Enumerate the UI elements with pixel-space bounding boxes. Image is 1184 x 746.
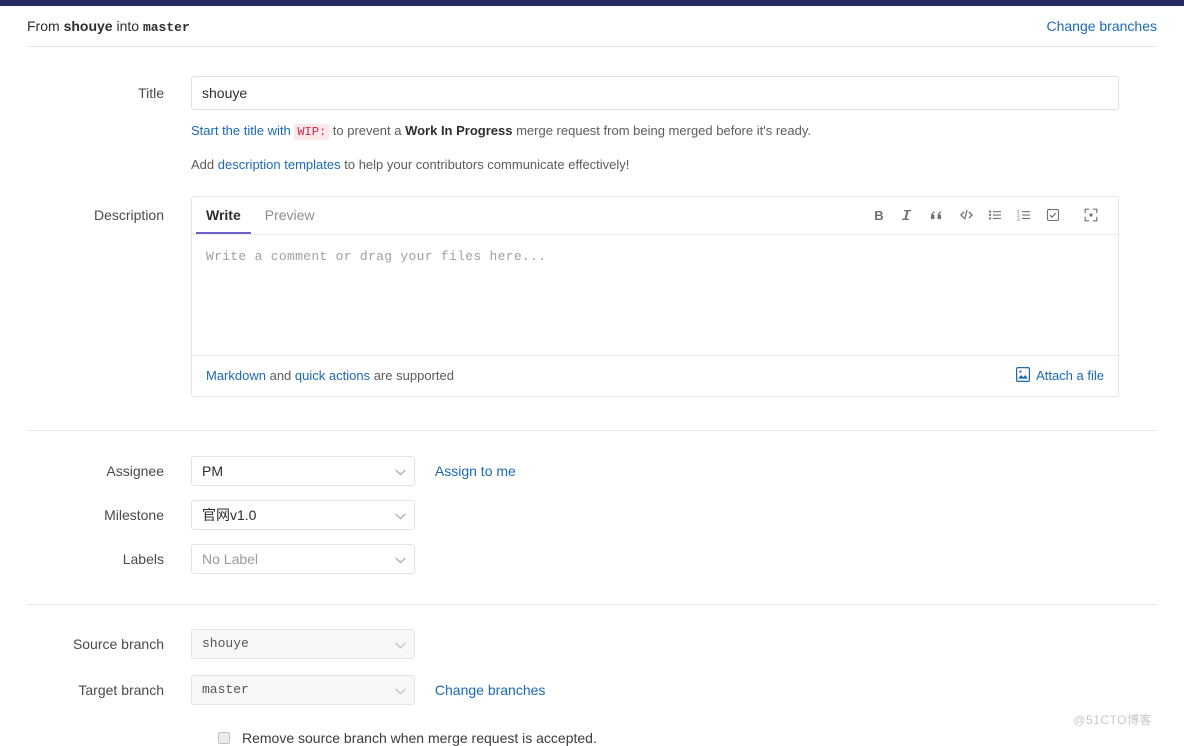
description-templates-link[interactable]: description templates: [218, 157, 341, 172]
milestone-control: 官网v1.0: [191, 499, 1157, 530]
footer-supported-text: are supported: [373, 368, 454, 384]
remove-source-branch-row: Remove source branch when merge request …: [27, 730, 1157, 746]
footer-and-word: and: [269, 368, 292, 384]
wip-code-token: WIP:: [294, 124, 330, 140]
target-branch-name: master: [142, 19, 190, 35]
assignee-select[interactable]: PM: [191, 455, 415, 486]
markdown-toolbar: B 1 2 3: [866, 202, 1104, 228]
wip-hint-bold: Work In Progress: [405, 123, 513, 138]
milestone-label: Milestone: [104, 506, 164, 523]
assign-to-me-link[interactable]: Assign to me: [435, 463, 516, 479]
title-input[interactable]: [191, 76, 1119, 110]
into-word: into: [116, 17, 140, 34]
target-branch-control: master Change branches: [191, 674, 1157, 705]
section-divider-2: [27, 603, 1157, 605]
description-row: Description Write Preview B 1 2 3 Write …: [27, 195, 1157, 397]
target-branch-row: Target branch master Change branches: [27, 674, 1157, 706]
assignee-select-wrap: PM: [191, 455, 415, 486]
numbered-list-icon[interactable]: 1 2 3: [1011, 202, 1037, 228]
markdown-support-text: Markdown and quick actions are supported: [206, 368, 454, 383]
bullet-list-icon[interactable]: [982, 202, 1008, 228]
target-branch-label: Target branch: [78, 681, 164, 698]
source-branch-control: shouye: [191, 628, 1157, 659]
attach-file-button[interactable]: Attach a file: [1016, 366, 1104, 385]
quick-actions-link[interactable]: quick actions: [295, 368, 370, 383]
tab-preview[interactable]: Preview: [255, 196, 325, 234]
labels-control: No Label: [191, 543, 1157, 574]
source-branch-select-wrap: shouye: [191, 628, 415, 659]
markdown-editor-footer: Markdown and quick actions are supported: [192, 354, 1118, 396]
title-hint-wip: Start the title with WIP: to prevent a W…: [191, 122, 1157, 141]
source-branch-select[interactable]: shouye: [191, 628, 415, 659]
milestone-select-wrap: 官网v1.0: [191, 499, 415, 530]
assignee-control: PM Assign to me: [191, 455, 1157, 486]
quote-icon[interactable]: [924, 202, 950, 228]
wip-hint-mid: to prevent a: [332, 123, 402, 138]
merge-request-form-page: From shouye into master Change branches …: [0, 6, 1184, 746]
labels-select-wrap: No Label: [191, 543, 415, 574]
wip-hint-link[interactable]: Start the title with: [191, 123, 291, 138]
wip-hint-end: merge request from being merged before i…: [516, 123, 811, 138]
description-control: Write Preview B 1 2 3 Write a comment or…: [191, 195, 1157, 397]
attach-file-label: Attach a file: [1036, 368, 1104, 384]
target-branch-select[interactable]: master: [191, 674, 415, 705]
title-control: Start the title with WIP: to prevent a W…: [191, 76, 1157, 174]
merge-request-header: From shouye into master Change branches: [27, 6, 1157, 47]
assignee-row: Assignee PM Assign to me: [27, 455, 1157, 487]
labels-row: Labels No Label: [27, 543, 1157, 575]
markdown-tabs: Write Preview: [192, 196, 325, 235]
title-row: Title Start the title with WIP: to preve…: [27, 76, 1157, 174]
task-list-icon[interactable]: [1040, 202, 1066, 228]
source-branch-row: Source branch shouye: [27, 628, 1157, 660]
code-icon[interactable]: [953, 202, 979, 228]
labels-label: Labels: [122, 550, 164, 567]
bold-icon[interactable]: B: [866, 202, 892, 228]
markdown-link[interactable]: Markdown: [206, 368, 266, 383]
change-branches-link-header[interactable]: Change branches: [1046, 18, 1157, 34]
templates-hint-pre: Add: [191, 156, 215, 172]
markdown-editor: Write Preview B 1 2 3 Write a comment or…: [191, 195, 1119, 397]
assignee-label: Assignee: [106, 462, 164, 479]
tab-write[interactable]: Write: [196, 196, 251, 235]
title-hint-templates: Add description templates to help your c…: [191, 156, 1157, 174]
fullscreen-icon[interactable]: [1078, 202, 1104, 228]
milestone-row: Milestone 官网v1.0: [27, 499, 1157, 531]
remove-source-branch-label: Remove source branch when merge request …: [242, 729, 597, 746]
italic-icon[interactable]: [895, 202, 921, 228]
change-branches-link-target[interactable]: Change branches: [435, 682, 546, 698]
svg-text:3: 3: [1017, 217, 1020, 222]
templates-hint-post: to help your contributors communicate ef…: [344, 156, 630, 172]
markdown-editor-header: Write Preview B 1 2 3: [192, 197, 1118, 235]
source-branch-name: shouye: [63, 17, 113, 34]
section-divider-1: [27, 429, 1157, 431]
milestone-select[interactable]: 官网v1.0: [191, 499, 415, 530]
title-label: Title: [138, 85, 164, 101]
markdown-body[interactable]: Write a comment or drag your files here.…: [192, 235, 1118, 355]
from-word: From: [27, 17, 60, 34]
branch-summary: From shouye into master: [27, 18, 190, 35]
attach-file-icon: [1016, 366, 1031, 385]
source-branch-label: Source branch: [72, 635, 164, 652]
labels-select[interactable]: No Label: [191, 543, 415, 574]
remove-source-branch-checkbox[interactable]: [218, 731, 230, 744]
description-label: Description: [93, 206, 164, 223]
description-placeholder: Write a comment or drag your files here.…: [206, 248, 547, 264]
target-branch-select-wrap: master: [191, 674, 415, 705]
watermark: @51CTO博客: [1073, 713, 1152, 727]
